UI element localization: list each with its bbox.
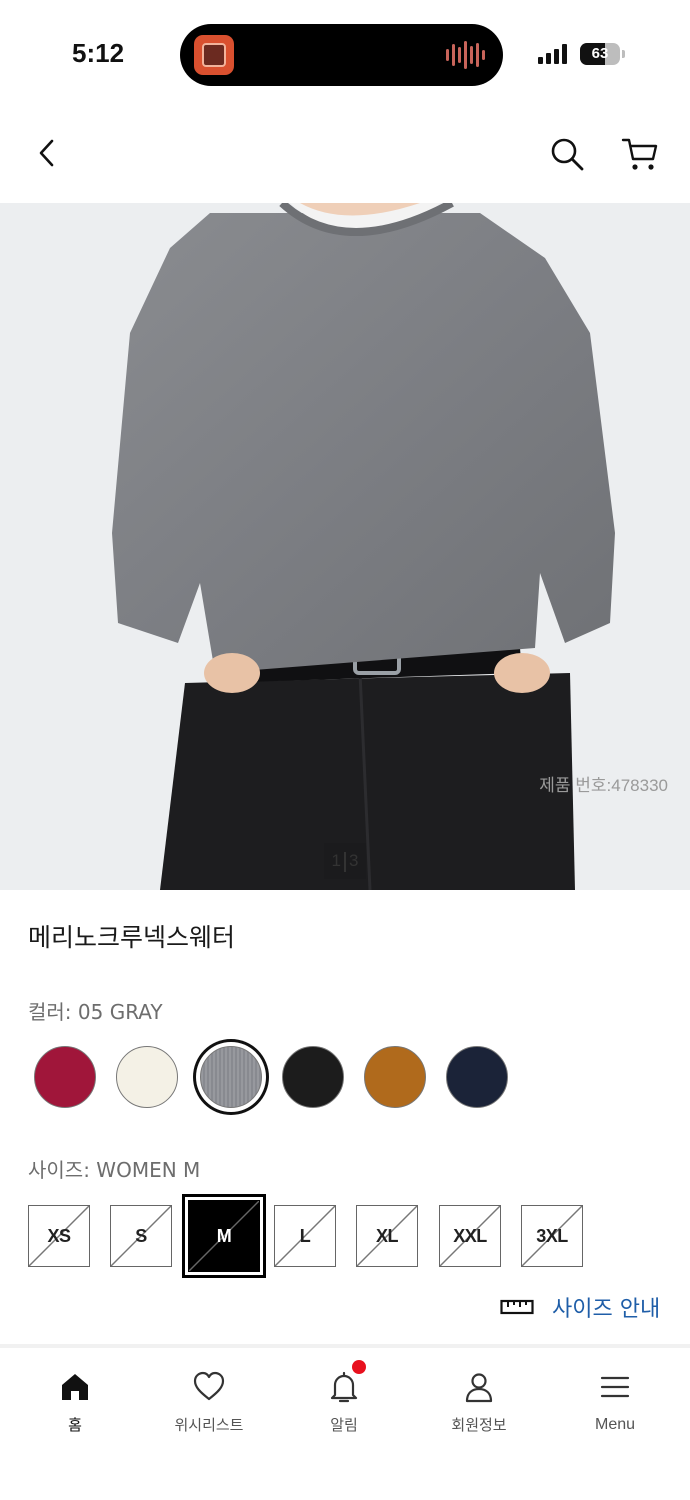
size-option-label: S <box>135 1226 147 1246</box>
tab-menu[interactable]: Menu <box>550 1366 680 1446</box>
tab-wishlist[interactable]: 위시리스트 <box>144 1366 274 1446</box>
battery-icon: 63 <box>580 43 620 65</box>
battery-percentage: 63 <box>591 45 609 62</box>
notification-badge <box>352 1360 366 1374</box>
size-option-label: XL <box>375 1226 399 1246</box>
product-name: 메리노크루넥스웨터 <box>28 923 236 952</box>
size-option-3xl[interactable]: 3XL <box>521 1205 583 1267</box>
color-swatch-brown[interactable] <box>364 1046 426 1108</box>
cellular-signal-icon <box>538 44 567 64</box>
home-icon <box>62 1374 88 1400</box>
top-navigation-bar <box>0 105 690 203</box>
color-label: 컬러: 05 GRAY <box>28 1000 163 1024</box>
user-icon <box>465 1373 493 1403</box>
size-guide-label: 사이즈 안내 <box>552 1297 661 1322</box>
size-label: 사이즈: WOMEN M <box>28 1158 201 1182</box>
image-counter-total: 3 <box>349 851 359 870</box>
tab-member-info-label: 회원정보 <box>451 1416 507 1434</box>
size-option-m[interactable]: M <box>188 1200 260 1272</box>
tab-notifications[interactable]: 알림 <box>279 1366 409 1446</box>
status-bar: 5:12 63 <box>0 0 690 105</box>
tab-notifications-label: 알림 <box>330 1416 358 1434</box>
color-swatch-list <box>34 1046 534 1112</box>
size-option-label: M <box>216 1226 232 1246</box>
image-counter-current: 1 <box>331 851 341 870</box>
back-button[interactable] <box>28 131 68 175</box>
tab-member-info[interactable]: 회원정보 <box>414 1366 544 1446</box>
size-option-xs[interactable]: XS <box>28 1205 90 1267</box>
battery-tip <box>622 50 625 58</box>
chevron-left-icon <box>39 139 54 167</box>
size-option-xl[interactable]: XL <box>356 1205 418 1267</box>
bell-icon <box>330 1371 358 1403</box>
size-option-label: 3XL <box>536 1226 568 1246</box>
color-swatch-red[interactable] <box>34 1046 96 1108</box>
cart-icon <box>621 138 658 170</box>
size-option-list: XS S M L XL XXL 3XL <box>28 1200 628 1272</box>
color-swatch-gray[interactable] <box>200 1046 262 1108</box>
size-option-l[interactable]: L <box>274 1205 336 1267</box>
live-activity-app-icon <box>194 35 234 75</box>
ruler-icon <box>500 1299 534 1315</box>
color-swatch-black[interactable] <box>282 1046 344 1108</box>
product-code: 제품 번호:478330 <box>539 776 668 795</box>
menu-icon <box>600 1376 630 1398</box>
audio-waveform-icon <box>446 41 485 69</box>
status-time: 5:12 <box>72 38 125 68</box>
search-button[interactable] <box>548 135 586 173</box>
tab-wishlist-label: 위시리스트 <box>174 1416 244 1434</box>
size-guide-link[interactable]: 사이즈 안내 <box>500 1290 660 1324</box>
cart-button[interactable] <box>620 135 660 173</box>
size-option-label: L <box>299 1226 311 1246</box>
tab-home-label: 홈 <box>68 1416 82 1434</box>
search-icon <box>551 138 584 171</box>
bottom-tab-bar: 홈 위시리스트 알림 회원정보 Menu <box>0 1348 690 1500</box>
heart-icon <box>193 1371 225 1401</box>
tab-home[interactable]: 홈 <box>10 1366 140 1446</box>
image-counter: 13 <box>324 843 366 879</box>
color-swatch-navy[interactable] <box>446 1046 508 1108</box>
size-option-label: XXL <box>453 1226 487 1246</box>
size-option-label: XS <box>47 1226 71 1246</box>
size-option-xxl[interactable]: XXL <box>439 1205 501 1267</box>
dynamic-island[interactable] <box>180 24 503 86</box>
size-option-s[interactable]: S <box>110 1205 172 1267</box>
product-image-gallery[interactable]: 제품 번호:478330 13 <box>0 203 690 890</box>
tab-menu-label: Menu <box>594 1416 636 1433</box>
color-swatch-off-white[interactable] <box>116 1046 178 1108</box>
